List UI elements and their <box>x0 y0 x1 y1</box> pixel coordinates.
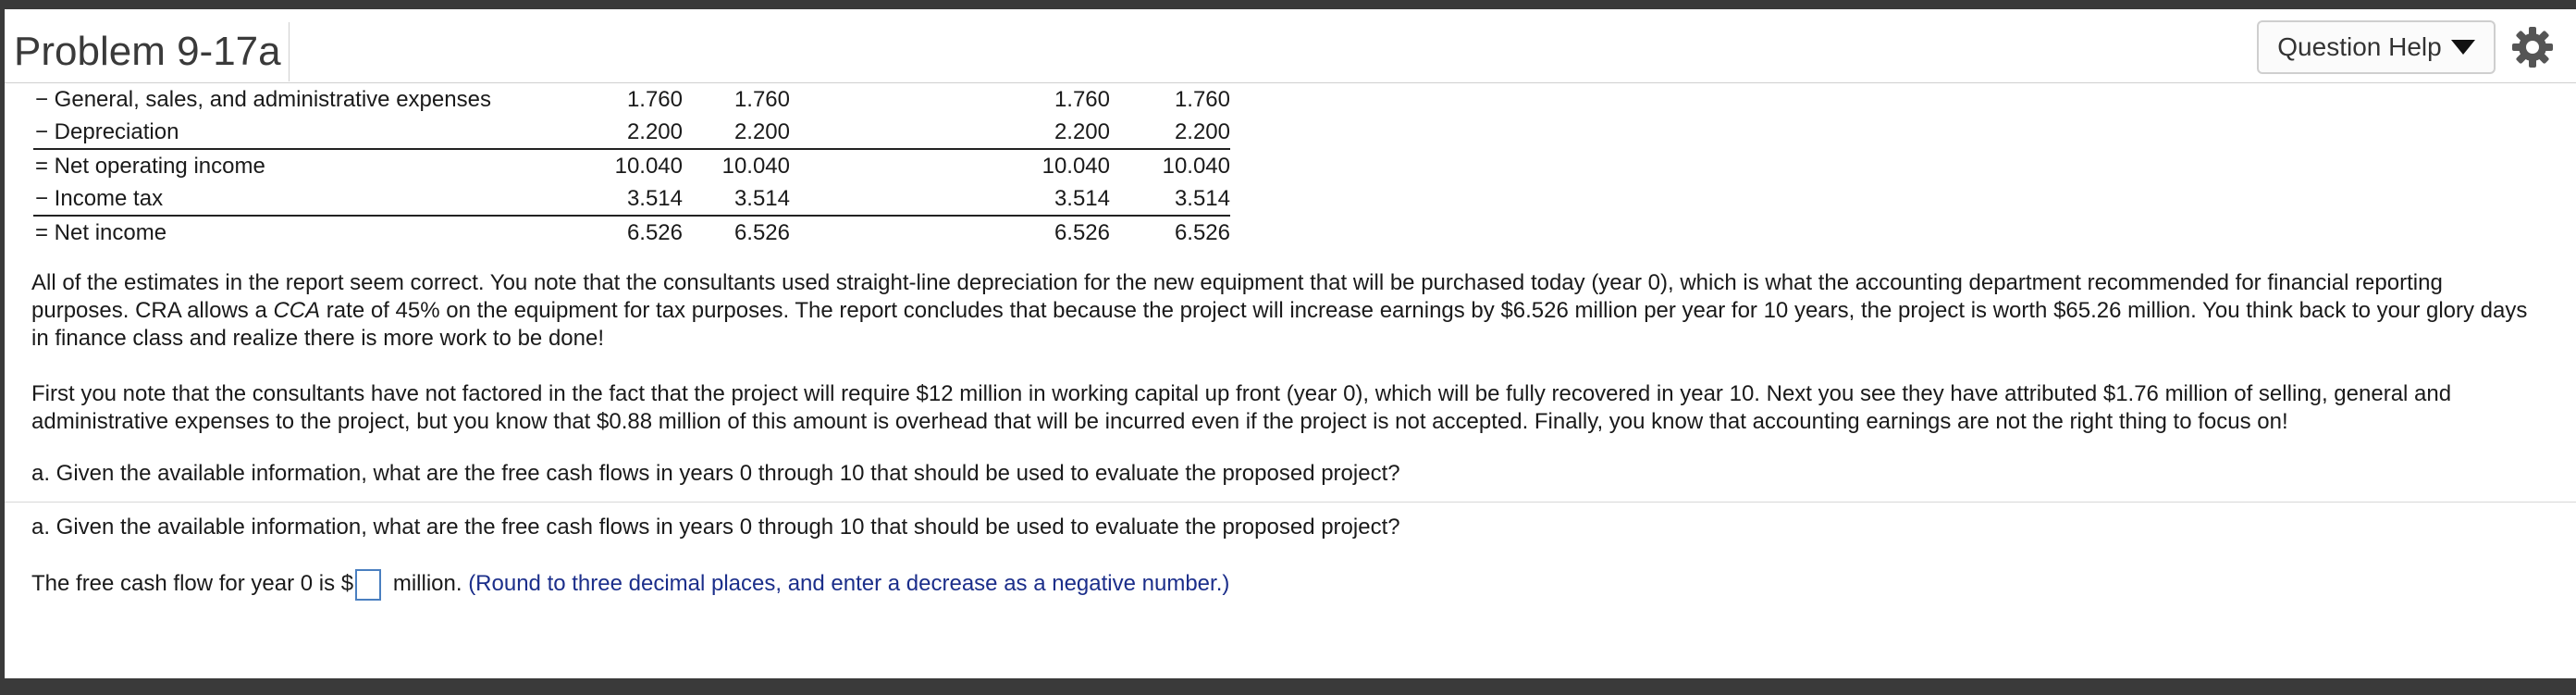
answer-prefix: The free cash flow for year 0 is $ <box>31 571 354 596</box>
cell-value: 2.200 <box>733 118 790 144</box>
cell-value: 6.526 <box>683 215 790 249</box>
cell-value: 2.200 <box>1054 118 1110 144</box>
cell-value: 3.514 <box>733 185 790 211</box>
problem-paragraph-1: All of the estimates in the report seem … <box>31 269 2529 353</box>
row-label: − Depreciation <box>35 118 179 144</box>
table-row: − General, sales, and administrative exp… <box>33 83 1230 116</box>
window-bottom-frame <box>0 678 2576 695</box>
income-statement-table: − General, sales, and administrative exp… <box>33 83 1230 249</box>
answer-suffix: million. <box>387 571 469 596</box>
cell-value: 6.526 <box>1110 215 1230 249</box>
cell-value: 3.514 <box>1054 185 1110 211</box>
window-left-frame <box>0 9 5 678</box>
table-row: − Depreciation 2.200 2.200 2.200 2.200 <box>33 116 1230 149</box>
cell-value: 6.526 <box>1003 215 1110 249</box>
paragraph-text: rate of 45% on the equipment for tax pur… <box>31 298 2528 351</box>
answer-input[interactable] <box>355 568 382 601</box>
page-title: Problem 9-17a <box>14 22 290 81</box>
cell-value: 1.760 <box>733 86 790 112</box>
question-help-button[interactable]: Question Help <box>2257 20 2496 74</box>
paragraph-text-italic: CCA <box>273 298 321 323</box>
cell-value: 6.526 <box>572 215 683 249</box>
row-label: = Net income <box>33 215 572 249</box>
divider <box>5 502 2576 503</box>
problem-header: Problem 9-17a Question Help <box>5 9 2576 83</box>
question-help-label: Question Help <box>2277 32 2442 61</box>
row-label: − Income tax <box>35 185 164 211</box>
table-row: = Net operating income 10.040 10.040 10.… <box>33 148 1230 182</box>
cell-value: 3.514 <box>1174 185 1230 211</box>
cell-value: 10.040 <box>572 148 683 182</box>
table-row: = Net income 6.526 6.526 6.526 6.526 <box>33 215 1230 249</box>
answer-line: The free cash flow for year 0 is $ milli… <box>31 568 1229 601</box>
row-label: − General, sales, and administrative exp… <box>35 86 491 112</box>
problem-paragraph-2: First you note that the consultants have… <box>31 381 2452 434</box>
cell-value: 10.040 <box>683 148 790 182</box>
window-top-frame <box>0 0 2576 9</box>
cell-value: 2.200 <box>626 118 683 144</box>
caret-down-icon <box>2450 40 2475 55</box>
question-text-repeat: a. Given the available information, what… <box>31 515 1400 540</box>
cell-value: 2.200 <box>1174 118 1230 144</box>
cell-value: 3.514 <box>626 185 683 211</box>
gear-icon[interactable] <box>2511 26 2554 68</box>
table-row: − Income tax 3.514 3.514 3.514 3.514 <box>33 182 1230 216</box>
question-text: a. Given the available information, what… <box>31 461 1400 486</box>
cell-value: 10.040 <box>1110 148 1230 182</box>
row-label: = Net operating income <box>33 148 572 182</box>
cell-value: 1.760 <box>1174 86 1230 112</box>
answer-hint: (Round to three decimal places, and ente… <box>468 571 1230 596</box>
cell-value: 1.760 <box>626 86 683 112</box>
cell-value: 10.040 <box>1003 148 1110 182</box>
cell-value: 1.760 <box>1054 86 1110 112</box>
